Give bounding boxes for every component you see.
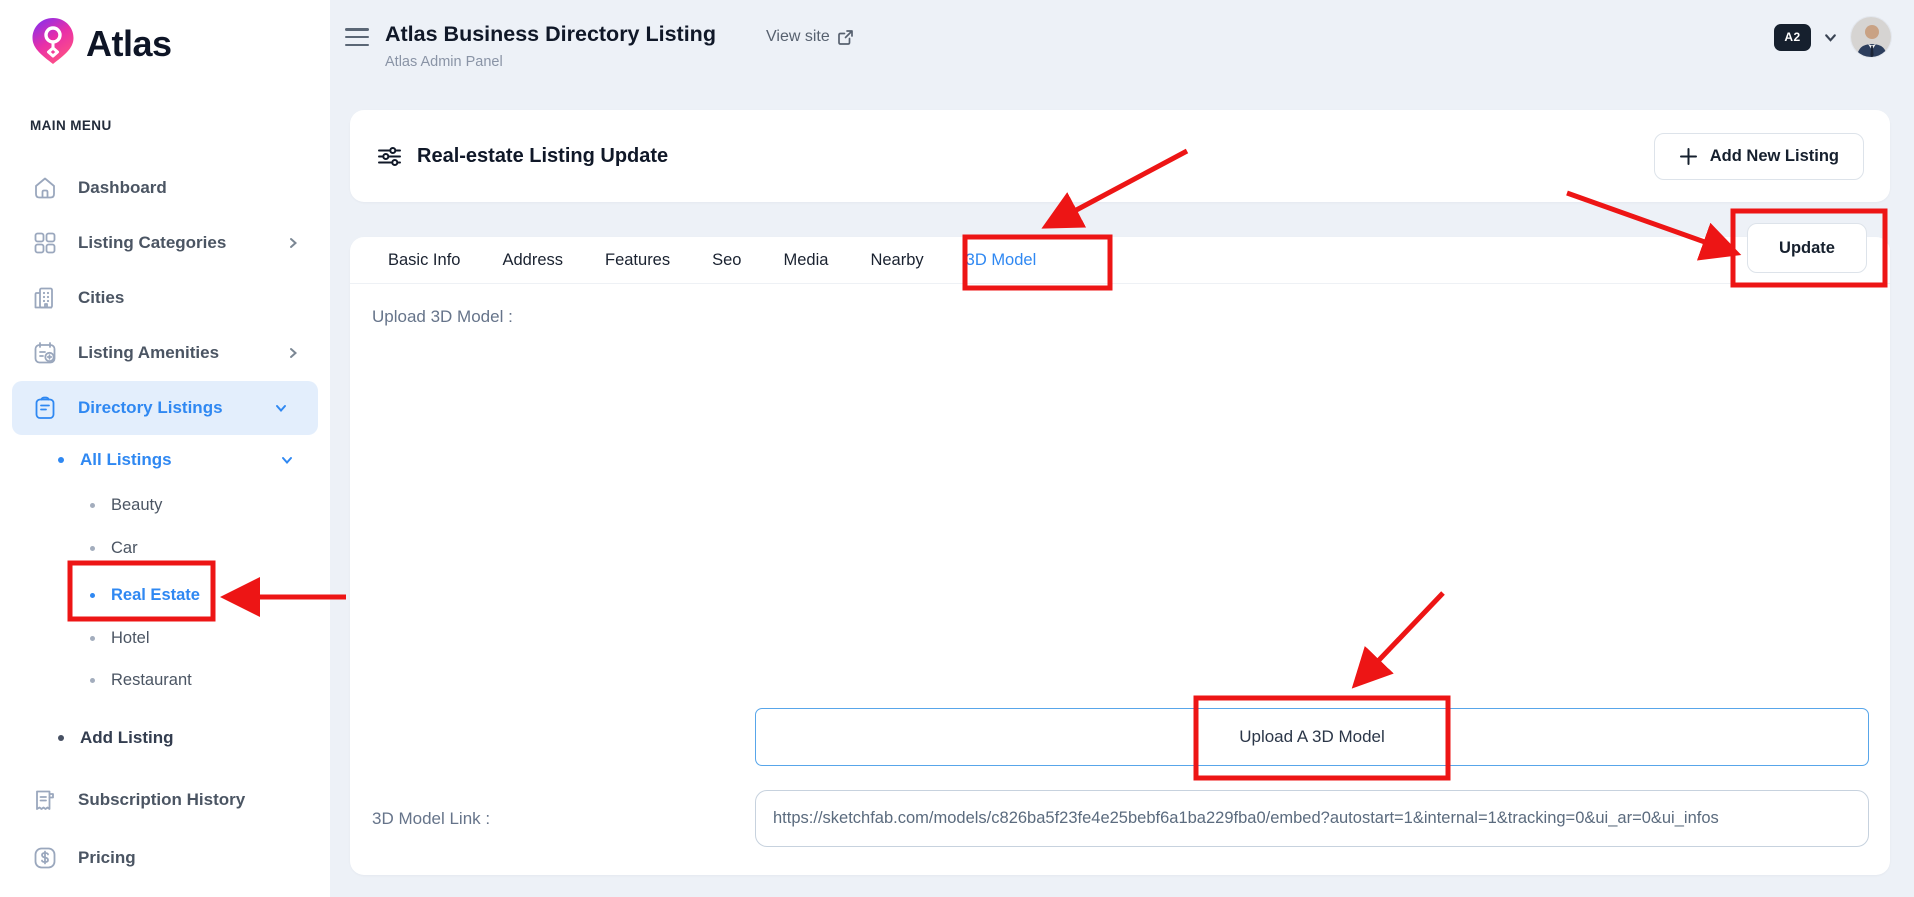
bullet-icon: [90, 546, 95, 551]
sidebar-item-label: Beauty: [111, 496, 162, 515]
sidebar-item-car[interactable]: Car: [0, 527, 330, 569]
page-title: Atlas Business Directory Listing: [385, 22, 716, 47]
sidebar-item-label: Add Listing: [80, 728, 173, 748]
sidebar-section-label: MAIN MENU: [30, 118, 112, 133]
page-subtitle: Atlas Admin Panel: [385, 54, 716, 70]
sliders-icon: [376, 143, 403, 170]
sidebar-item-dashboard[interactable]: Dashboard: [0, 161, 330, 215]
model-link-input[interactable]: [755, 790, 1869, 847]
sidebar-item-label: Cities: [78, 288, 124, 308]
add-new-listing-button[interactable]: Add New Listing: [1654, 133, 1864, 180]
receipt-icon: [32, 787, 58, 813]
sidebar-item-label: All Listings: [80, 450, 172, 470]
listing-form-card: Basic Info Address Features Seo Media Ne…: [350, 237, 1890, 875]
bullet-icon: [90, 678, 95, 683]
chevron-down-icon[interactable]: [1823, 30, 1838, 45]
avatar[interactable]: [1850, 16, 1892, 58]
listing-update-card: Real-estate Listing Update Add New Listi…: [350, 110, 1890, 202]
sidebar-item-label: Restaurant: [111, 671, 192, 690]
bullet-icon: [90, 636, 95, 641]
plus-icon: [1679, 147, 1698, 166]
sidebar-item-beauty[interactable]: Beauty: [0, 484, 330, 526]
tab-bar: Basic Info Address Features Seo Media Ne…: [350, 237, 1890, 284]
page-header: Atlas Business Directory Listing Atlas A…: [385, 22, 716, 70]
sidebar-item-restaurant[interactable]: Restaurant: [0, 659, 330, 701]
clipboard-icon: [32, 395, 58, 421]
sidebar-item-label: Real Estate: [111, 586, 200, 605]
menu-toggle-icon[interactable]: [345, 28, 369, 46]
upload-3d-model-button-label: Upload A 3D Model: [1239, 727, 1385, 747]
sidebar-item-real-estate[interactable]: Real Estate: [0, 574, 330, 616]
sidebar-item-hotel[interactable]: Hotel: [0, 617, 330, 659]
bullet-icon: [58, 735, 64, 741]
bullet-icon: [90, 503, 95, 508]
update-button[interactable]: Update: [1747, 223, 1867, 273]
sidebar-item-listing-categories[interactable]: Listing Categories: [0, 216, 330, 270]
tab-basic-info[interactable]: Basic Info: [388, 251, 460, 270]
view-site-link[interactable]: View site: [766, 28, 854, 46]
building-icon: [32, 285, 58, 311]
grid-icon: [32, 230, 58, 256]
bullet-icon: [58, 457, 64, 463]
sidebar-item-label: Subscription History: [78, 790, 245, 810]
tab-3d-model[interactable]: 3D Model: [966, 251, 1037, 270]
sidebar-item-label: Listing Amenities: [78, 343, 219, 363]
external-link-icon: [837, 29, 854, 46]
sidebar-item-cities[interactable]: Cities: [0, 271, 330, 325]
language-icon[interactable]: A2: [1774, 24, 1811, 51]
bullet-icon: [90, 593, 95, 598]
view-site-label: View site: [766, 28, 830, 46]
sidebar: Atlas MAIN MENU Dashboard Listing Catego…: [0, 0, 330, 897]
sidebar-item-subscription-history[interactable]: Subscription History: [0, 773, 330, 827]
upload-3d-model-label: Upload 3D Model :: [372, 307, 513, 327]
sidebar-item-label: Hotel: [111, 629, 150, 648]
sidebar-item-label: Dashboard: [78, 178, 167, 198]
sidebar-item-directory-listings[interactable]: Directory Listings: [12, 381, 318, 435]
sidebar-item-pricing[interactable]: Pricing: [0, 831, 330, 885]
sidebar-item-add-listing[interactable]: Add Listing: [0, 716, 330, 760]
chevron-right-icon: [286, 236, 300, 250]
sidebar-item-listing-amenities[interactable]: Listing Amenities: [0, 326, 330, 380]
tab-features[interactable]: Features: [605, 251, 670, 270]
sidebar-item-label: Listing Categories: [78, 233, 226, 253]
home-icon: [32, 175, 58, 201]
location-pin-icon: [30, 16, 76, 71]
model-link-label: 3D Model Link :: [372, 809, 490, 829]
chevron-right-icon: [286, 346, 300, 360]
tab-seo[interactable]: Seo: [712, 251, 741, 270]
chevron-down-icon: [274, 401, 288, 415]
dollar-icon: [32, 845, 58, 871]
sidebar-item-label: Directory Listings: [78, 398, 223, 418]
amenities-icon: [32, 340, 58, 366]
upload-3d-model-button[interactable]: Upload A 3D Model: [755, 708, 1869, 766]
header-actions: A2: [1774, 16, 1892, 58]
chevron-down-icon: [280, 453, 294, 467]
tab-address[interactable]: Address: [502, 251, 563, 270]
sidebar-item-label: Pricing: [78, 848, 136, 868]
update-button-label: Update: [1779, 239, 1835, 257]
tab-nearby[interactable]: Nearby: [870, 251, 923, 270]
sidebar-item-label: Car: [111, 539, 138, 558]
card-title: Real-estate Listing Update: [417, 145, 668, 168]
tab-media[interactable]: Media: [783, 251, 828, 270]
add-new-listing-label: Add New Listing: [1710, 147, 1839, 166]
sidebar-item-all-listings[interactable]: All Listings: [0, 438, 330, 482]
brand-name: Atlas: [86, 23, 172, 65]
brand-logo[interactable]: Atlas: [30, 16, 172, 71]
